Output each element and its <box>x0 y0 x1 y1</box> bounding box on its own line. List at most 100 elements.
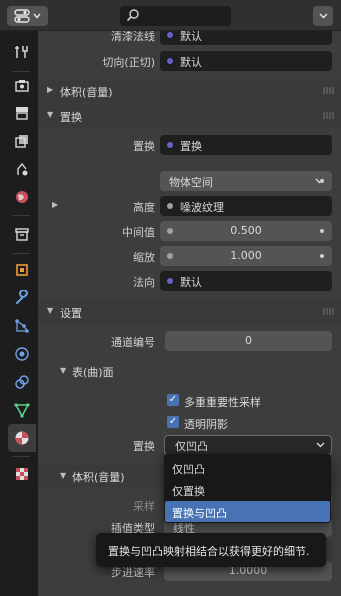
settings-panel-title: 设置 <box>60 307 82 320</box>
render-icon <box>15 80 29 92</box>
tab-modifier[interactable] <box>8 284 36 312</box>
surface-subpanel-header[interactable]: ▼ 表(曲)面 <box>38 360 341 382</box>
scale-value: 1.000 <box>230 249 262 262</box>
tab-separator <box>12 215 30 216</box>
displacement-panel-title: 置换 <box>60 111 82 124</box>
displacement-panel-header[interactable]: ▼ 置换 <box>38 104 341 128</box>
multiple-importance-row: ✓ 多重重要性采样 <box>38 390 341 412</box>
menu-item-bump-only[interactable]: 仅凹凸 <box>165 457 330 478</box>
pass-index-field[interactable]: 0 <box>165 331 332 351</box>
drag-handle-icon[interactable] <box>323 87 334 94</box>
modifier-icon <box>16 290 28 304</box>
tab-particles[interactable] <box>8 312 36 340</box>
tangent-field[interactable]: 默认 <box>160 51 332 71</box>
height-field[interactable]: 噪波纹理 <box>160 196 332 216</box>
constraints-icon <box>15 375 29 389</box>
multiple-importance-label: 多重重要性采样 <box>184 396 261 409</box>
sampling-label: 采样 <box>133 500 155 513</box>
space-dropdown[interactable]: 物体空间 <box>160 171 332 191</box>
tangent-row: 切向(正切) 默认 <box>38 50 341 72</box>
displacement-output-field[interactable]: 置换 <box>160 135 332 155</box>
scene-icon <box>17 162 28 176</box>
view-layer-icon <box>15 135 28 148</box>
expand-arrow-icon[interactable]: ▶ <box>52 200 58 209</box>
collection-icon <box>15 228 29 241</box>
normal-field[interactable]: 默认 <box>160 271 332 291</box>
tooltip-text: 置换与凹凸映射相结合以获得更好的细节. <box>108 545 310 558</box>
tab-physics[interactable] <box>8 340 36 368</box>
tab-view-layer[interactable] <box>8 127 36 155</box>
drag-handle-icon[interactable] <box>323 112 334 119</box>
tab-tool[interactable] <box>8 38 36 66</box>
keyframe-dot-icon[interactable] <box>320 254 324 258</box>
tab-output[interactable] <box>8 99 36 127</box>
displacement-method-label: 置换 <box>133 440 155 453</box>
midlevel-row: 中间值 0.500 <box>38 220 341 242</box>
vector-socket-icon <box>167 32 173 38</box>
search-input[interactable] <box>120 6 231 26</box>
particles-icon <box>15 319 29 333</box>
pass-index-value: 0 <box>245 334 252 347</box>
keyframe-dot-icon[interactable] <box>320 179 324 183</box>
settings-panel-header[interactable]: ▼ 设置 <box>38 300 341 324</box>
tab-object-data[interactable] <box>8 396 36 424</box>
drag-handle-icon[interactable] <box>323 308 334 315</box>
transparent-shadows-checkbox[interactable]: ✓ <box>167 416 179 428</box>
tab-constraints[interactable] <box>8 368 36 396</box>
tooltip: 置换与凹凸映射相结合以获得更好的细节. <box>96 533 326 567</box>
collapse-arrow-icon: ▼ <box>60 471 67 480</box>
collapse-arrow-icon: ▼ <box>47 110 54 119</box>
tab-separator <box>12 456 30 457</box>
tab-collection[interactable] <box>8 220 36 248</box>
space-value: 物体空间 <box>169 176 213 189</box>
pass-index-label: 通道编号 <box>111 336 155 349</box>
pass-index-row: 通道编号 0 <box>38 330 341 352</box>
texture-icon <box>16 468 28 480</box>
expand-arrow-icon: ▶ <box>47 85 54 94</box>
menu-item-displacement-and-bump[interactable]: 置换与凹凸 <box>165 501 330 522</box>
tab-world[interactable] <box>8 183 36 211</box>
collapse-arrow-icon: ▼ <box>60 366 67 375</box>
volume-settings-subpanel-title: 体积(音量) <box>72 471 125 484</box>
normal-value: 默认 <box>180 276 202 289</box>
object-icon <box>16 264 28 276</box>
displacement-method-menu: 仅凹凸 仅置换 置换与凹凸 <box>164 454 331 523</box>
vector-socket-icon <box>167 142 173 148</box>
volume-panel-header[interactable]: ▶ 体积(音量) <box>38 79 341 103</box>
tool-icon <box>15 46 28 58</box>
clearcoat-normal-row: 清漆法线 默认 <box>38 31 341 46</box>
midlevel-value: 0.500 <box>230 224 262 237</box>
clearcoat-normal-field[interactable]: 默认 <box>160 31 332 45</box>
properties-header <box>0 0 341 31</box>
tab-texture[interactable] <box>8 460 36 488</box>
normal-row: 法向 默认 <box>38 270 341 292</box>
tab-render[interactable] <box>8 72 36 100</box>
displacement-output-value: 置换 <box>180 140 202 153</box>
tab-object[interactable] <box>8 256 36 284</box>
height-value: 噪波纹理 <box>180 201 224 214</box>
material-icon <box>15 431 29 445</box>
scale-field[interactable]: 1.000 <box>160 246 332 266</box>
editor-type-button[interactable] <box>7 6 48 26</box>
displacement-method-dropdown[interactable]: 仅凹凸 <box>164 435 332 455</box>
options-menu-button[interactable] <box>313 6 333 26</box>
search-icon <box>126 9 139 22</box>
vector-socket-icon <box>167 278 173 284</box>
multiple-importance-checkbox[interactable]: ✓ <box>167 394 179 406</box>
menu-item-displacement-only[interactable]: 仅置换 <box>165 479 330 500</box>
collapse-arrow-icon: ▼ <box>47 306 54 315</box>
volume-panel-title: 体积(音量) <box>60 86 113 99</box>
midlevel-field[interactable]: 0.500 <box>160 221 332 241</box>
tab-material[interactable] <box>8 424 36 452</box>
properties-tab-bar <box>0 31 38 596</box>
float-socket-icon <box>167 203 173 209</box>
normal-label: 法向 <box>133 276 155 289</box>
keyframe-dot-icon[interactable] <box>320 229 324 233</box>
tab-scene[interactable] <box>8 155 36 183</box>
midlevel-label: 中间值 <box>122 226 155 239</box>
tangent-value: 默认 <box>180 56 202 69</box>
transparent-shadows-row: ✓ 透明阴影 <box>38 412 341 434</box>
properties-editor-icon <box>14 9 30 23</box>
chevron-down-icon <box>316 442 325 448</box>
chevron-down-icon <box>33 13 41 19</box>
